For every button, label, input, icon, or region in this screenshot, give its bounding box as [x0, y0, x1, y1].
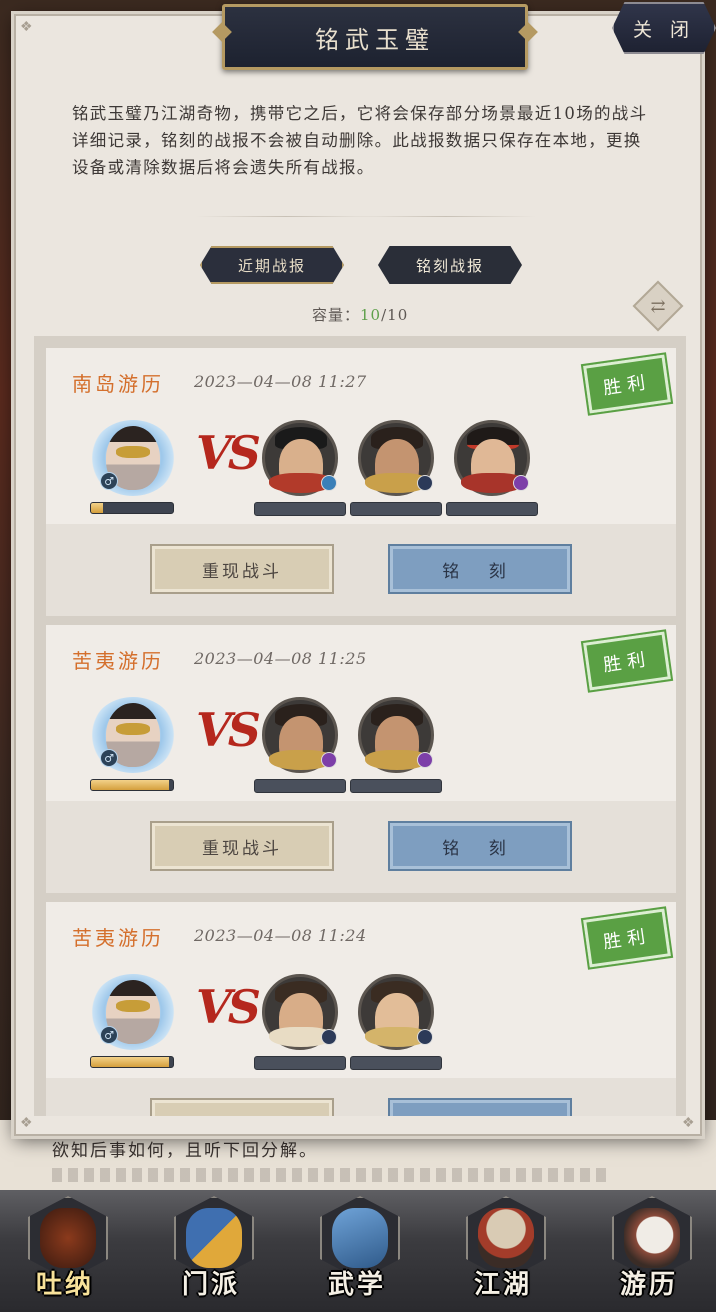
refresh-button[interactable]: ⇄: [632, 280, 684, 332]
enemy-health-bar: [350, 1056, 442, 1070]
corner-ornament: ❖: [20, 19, 33, 35]
tab-recent-reports[interactable]: 近期战报: [200, 246, 344, 284]
capacity-current: 10: [360, 306, 382, 324]
enemy-health-bar: [254, 1056, 346, 1070]
travel-icon: [624, 1208, 680, 1268]
nav-item-travel[interactable]: 游历: [594, 1196, 704, 1308]
mask-icon: [116, 446, 150, 458]
nav-label: 吐纳: [35, 1270, 94, 1300]
male-icon: [417, 475, 433, 491]
tab-recent-label: 近期战报: [237, 256, 306, 275]
record-list[interactable]: 南岛游历 2023—04—08 11:27 胜利 ♂ VS 重现战斗 铭 刻 苦…: [34, 336, 686, 1116]
player-avatar: ♂: [90, 697, 176, 773]
dialog-title: 铭武玉璧: [315, 25, 435, 54]
male-icon: ♂: [100, 1026, 118, 1044]
element-badge-icon: [513, 475, 529, 491]
enemy-health-bar: [446, 502, 538, 516]
enemy-avatar: [358, 974, 434, 1050]
nav-label: 门派: [181, 1270, 240, 1300]
enemy-avatar: [262, 974, 338, 1050]
player-progress-fill: [91, 1057, 169, 1067]
enemy-avatar: [358, 420, 434, 496]
record-time: 2023—04—08 11:24: [194, 926, 367, 945]
enemy-health-bar: [350, 502, 442, 516]
nav-label: 武学: [327, 1270, 386, 1300]
nav-label: 江湖: [473, 1270, 532, 1300]
enemy-avatar: [358, 697, 434, 773]
nav-item-sect[interactable]: 门派: [156, 1196, 266, 1308]
dialog-title-plate: 铭武玉璧: [222, 4, 528, 70]
engrave-button[interactable]: 铭 刻: [388, 544, 572, 594]
vs-label: VS: [196, 426, 261, 480]
element-badge-icon: [321, 752, 337, 768]
sect-icon: [186, 1208, 242, 1268]
record-actions-area: [46, 524, 676, 616]
victory-stamp: 胜利: [580, 906, 674, 970]
record-time: 2023—04—08 11:27: [194, 372, 367, 391]
player-avatar: ♂: [90, 974, 176, 1050]
enemy-avatar: [262, 420, 338, 496]
male-icon: [417, 1029, 433, 1045]
record-time: 2023—04—08 11:25: [194, 649, 367, 668]
corner-ornament: ❖: [20, 1115, 33, 1131]
enemy-health-bar: [254, 779, 346, 793]
mask-icon: [116, 1000, 150, 1012]
male-icon: [321, 1029, 337, 1045]
engrave-button[interactable]: 铭 刻: [388, 1098, 572, 1116]
capacity-total: /10: [381, 306, 409, 324]
victory-stamp: 胜利: [580, 629, 674, 693]
player-progress-bar: [90, 502, 174, 514]
capacity-indicator: 容量：10/10: [312, 304, 408, 325]
player-avatar: ♂: [90, 420, 176, 496]
male-icon: ♂: [100, 749, 118, 767]
vs-label: VS: [196, 980, 261, 1034]
battle-record: 苦夷游历 2023—04—08 11:25 胜利 ♂ VS 重现战斗 铭 刻: [46, 625, 676, 893]
story-text-faded: [52, 1168, 612, 1182]
replay-battle-button[interactable]: 重现战斗: [150, 1098, 334, 1116]
male-icon: ♂: [100, 472, 118, 490]
enemy-avatar: [262, 697, 338, 773]
close-button[interactable]: 关 闭: [612, 2, 716, 54]
divider-right: [356, 216, 536, 217]
replay-battle-button[interactable]: 重现战斗: [150, 821, 334, 871]
jianghu-icon: [478, 1208, 534, 1268]
story-text: 欲知后事如何，且听下回分解。: [52, 1141, 318, 1161]
mask-icon: [116, 723, 150, 735]
nav-label: 游历: [619, 1270, 678, 1300]
nav-item-jianghu[interactable]: 江湖: [448, 1196, 558, 1308]
enemy-avatar: [454, 420, 530, 496]
battle-record-dialog: ❖ ❖ ❖ ❖ 铭武玉璧 关 闭 铭武玉璧乃江湖奇物，携带它之后，它将会保存部分…: [14, 2, 716, 1136]
refresh-icon: ⇄: [650, 295, 666, 317]
victory-stamp: 胜利: [580, 352, 674, 416]
battle-record: 苦夷游历 2023—04—08 11:24 胜利 ♂ VS: [46, 902, 676, 1116]
martial-arts-icon: [332, 1208, 388, 1268]
capacity-label: 容量：: [312, 306, 361, 324]
battle-record: 南岛游历 2023—04—08 11:27 胜利 ♂ VS 重现战斗 铭 刻: [46, 348, 676, 616]
engrave-button[interactable]: 铭 刻: [388, 821, 572, 871]
replay-battle-button[interactable]: 重现战斗: [150, 544, 334, 594]
enemy-health-bar: [254, 502, 346, 516]
vs-label: VS: [196, 703, 261, 757]
element-badge-icon: [417, 752, 433, 768]
dialog-description: 铭武玉璧乃江湖奇物，携带它之后，它将会保存部分场景最近10场的战斗详细记录，铭刻…: [72, 104, 648, 177]
record-location: 苦夷游历: [72, 649, 164, 673]
nav-item-tuna[interactable]: 吐纳: [10, 1196, 120, 1308]
player-progress-fill: [91, 780, 169, 790]
tab-engraved-label: 铭刻战报: [415, 256, 484, 275]
nav-item-martial-arts[interactable]: 武学: [302, 1196, 412, 1308]
corner-ornament: ❖: [682, 1115, 695, 1131]
player-progress-fill: [91, 503, 104, 513]
record-location: 苦夷游历: [72, 926, 164, 950]
record-location: 南岛游历: [72, 372, 164, 396]
meditation-icon: [40, 1208, 96, 1268]
bottom-navigation: 吐纳 门派 武学 江湖 游历: [0, 1190, 716, 1312]
player-progress-bar: [90, 779, 174, 791]
enemy-health-bar: [350, 779, 442, 793]
divider-left: [196, 216, 376, 217]
record-actions-area: [46, 801, 676, 893]
record-actions-area: [46, 1078, 676, 1116]
element-badge-icon: [321, 475, 337, 491]
player-progress-bar: [90, 1056, 174, 1068]
tab-engraved-reports[interactable]: 铭刻战报: [378, 246, 522, 284]
